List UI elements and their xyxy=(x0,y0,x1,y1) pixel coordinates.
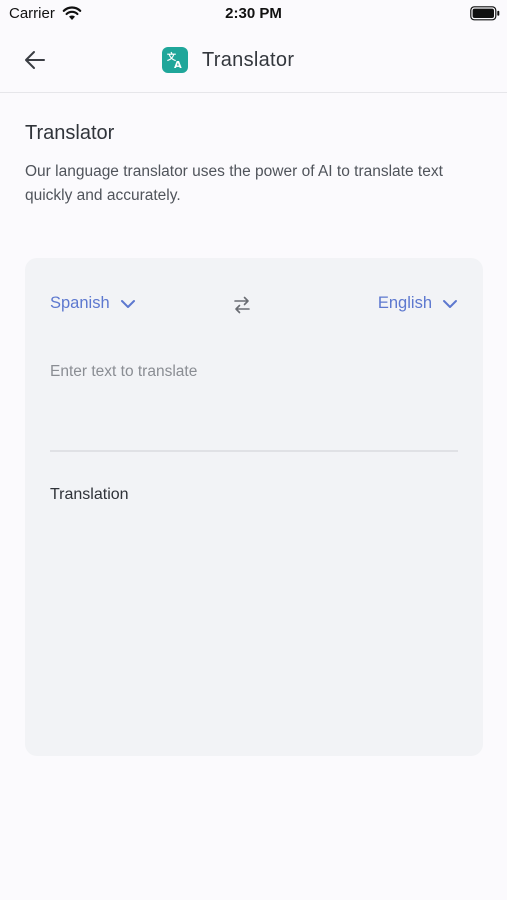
source-language-select[interactable]: Spanish xyxy=(50,294,136,313)
target-language-label: English xyxy=(377,294,432,312)
app-brand: 文 A Translator xyxy=(162,46,294,74)
translation-output: Translation xyxy=(50,486,129,503)
status-bar: Carrier 2:30 PM xyxy=(0,0,507,28)
input-divider xyxy=(50,450,458,452)
swap-languages-button[interactable] xyxy=(230,293,254,317)
swap-arrows-icon xyxy=(234,296,250,314)
source-language-label: Spanish xyxy=(50,294,110,312)
language-selector-row: Spanish English xyxy=(50,294,458,318)
back-button[interactable] xyxy=(20,45,50,75)
translator-card: Spanish English Translation xyxy=(25,258,483,756)
app-title: Translator xyxy=(202,48,295,71)
app-bar: 文 A Translator xyxy=(0,28,507,93)
arrow-left-icon xyxy=(25,51,45,69)
intro-section: Translator Our language translator uses … xyxy=(25,122,485,208)
page-description: Our language translator uses the power o… xyxy=(25,163,443,204)
clock: 2:30 PM xyxy=(225,5,282,22)
chevron-down-icon xyxy=(120,299,135,308)
svg-text:A: A xyxy=(174,60,182,70)
translate-icon: 文 A xyxy=(162,47,188,73)
battery-icon xyxy=(470,6,500,21)
target-language-select[interactable]: English xyxy=(378,294,458,313)
chevron-down-icon xyxy=(443,299,457,308)
page-title: Translator xyxy=(25,122,115,144)
source-text-input[interactable] xyxy=(50,363,458,443)
